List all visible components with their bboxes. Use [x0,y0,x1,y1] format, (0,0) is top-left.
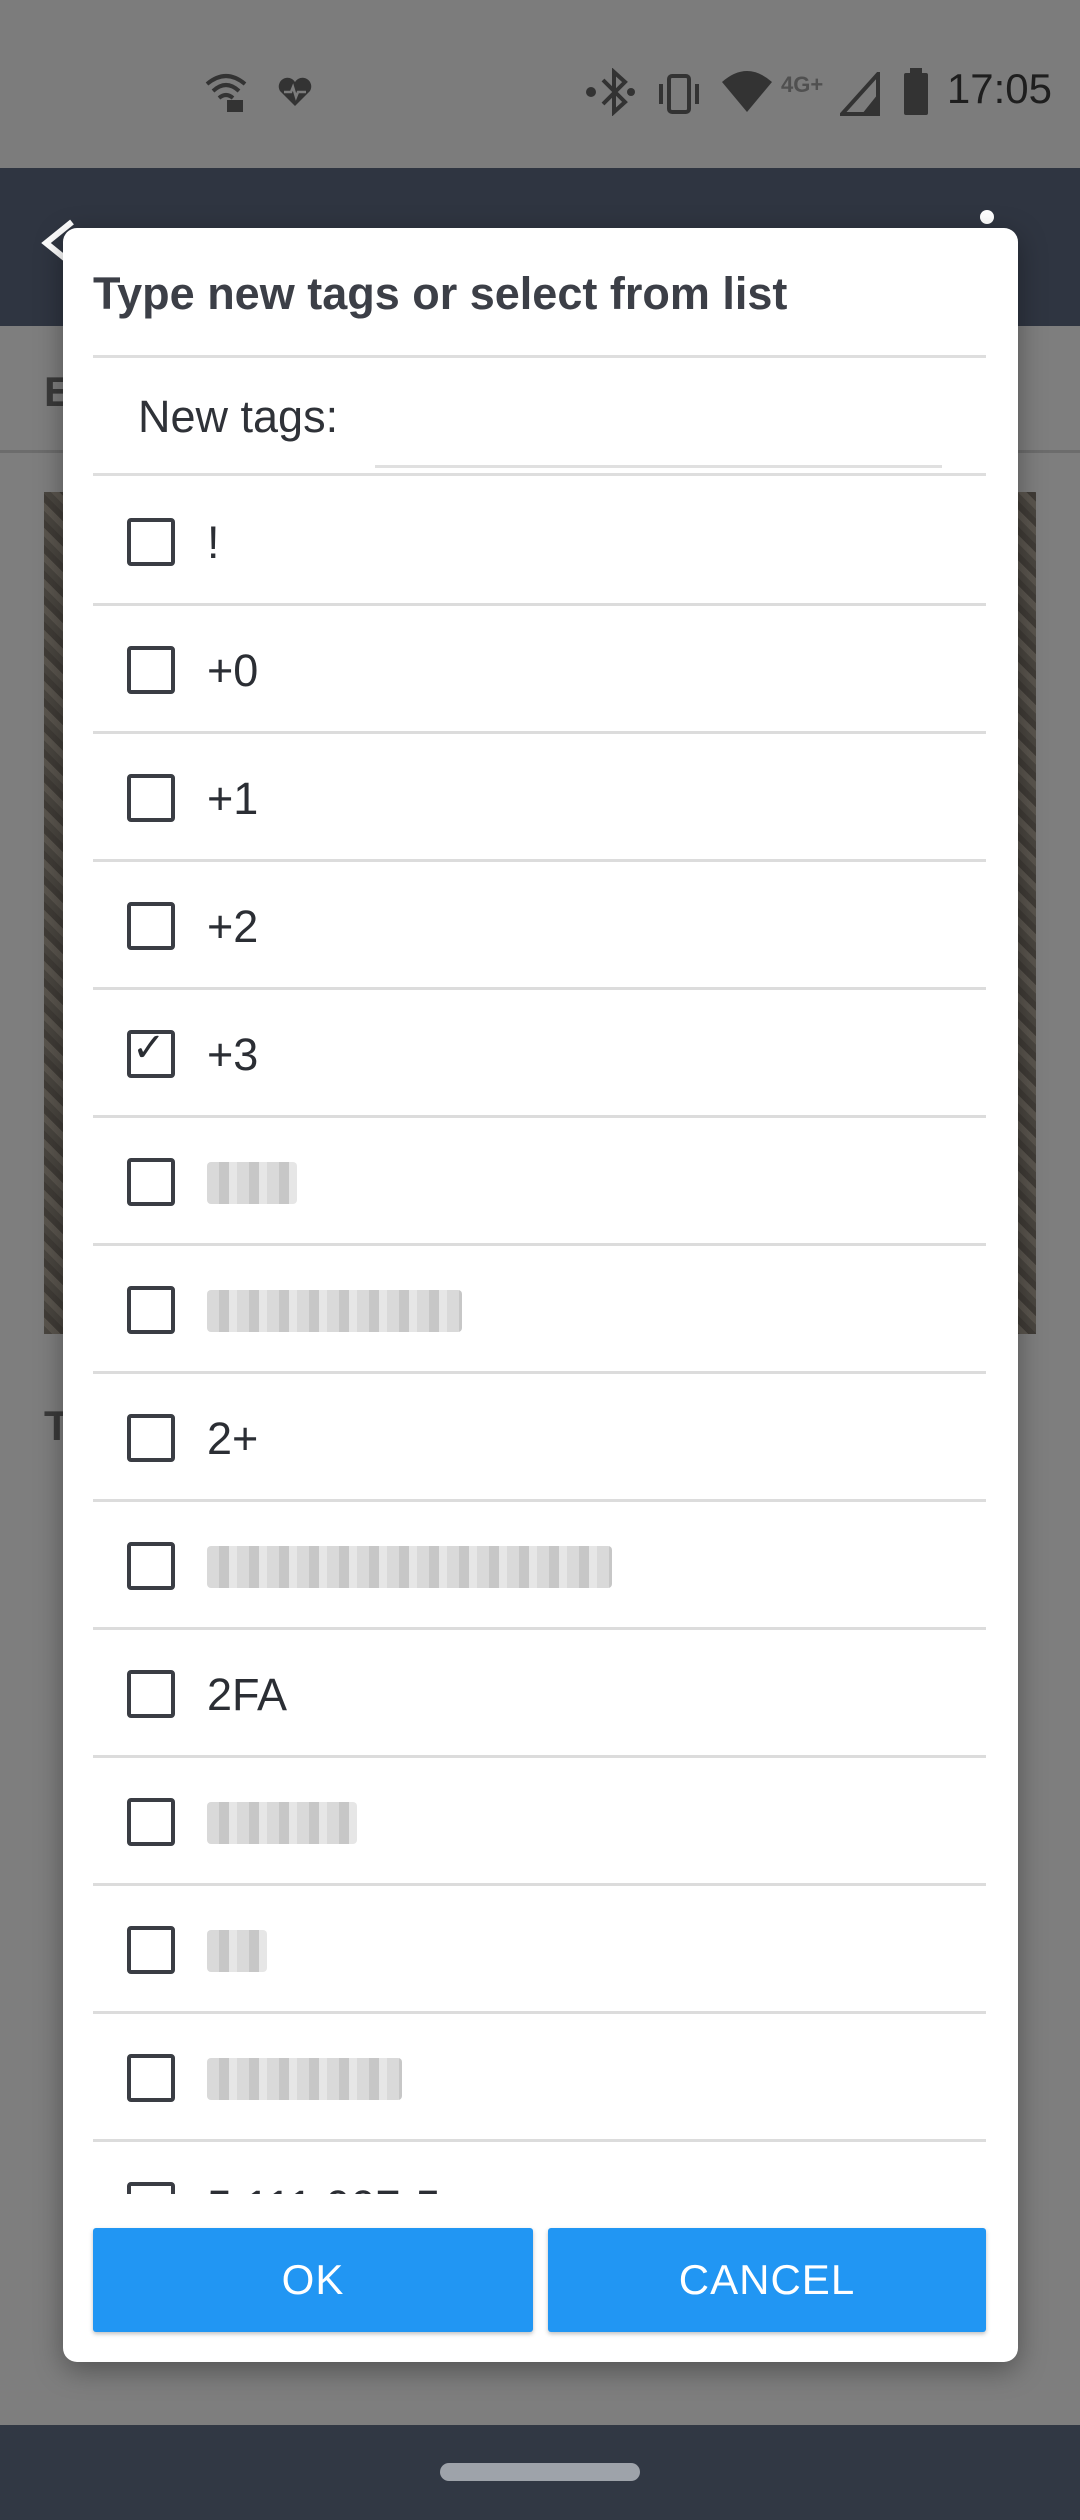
title-divider [93,355,986,358]
redacted-tag-label [207,2058,402,2100]
tag-row[interactable] [93,1246,986,1374]
tag-row[interactable]: +1 [93,734,986,862]
new-tags-input[interactable] [375,373,942,468]
tag-row[interactable] [93,1886,986,2014]
signal-icon [840,72,880,116]
tag-label: +3 [207,1029,259,1080]
input-divider [93,473,986,476]
battery-icon [904,68,928,115]
redacted-tag-label [207,1802,357,1844]
dialog-title: Type new tags or select from list [93,268,788,319]
tag-row[interactable] [93,1502,986,1630]
ok-button[interactable]: OK [93,2228,533,2332]
overflow-menu-icon[interactable] [980,210,994,224]
status-bar: 4G+ 17:05 [0,0,1080,168]
wifi-icon [722,71,772,112]
tag-label: 2+ [207,1413,259,1464]
tag-label: 2FA [207,1669,288,1720]
checkbox-unchecked[interactable] [127,902,175,950]
tag-label: +1 [207,773,259,824]
cancel-button[interactable]: CANCEL [548,2228,986,2332]
checkbox-unchecked[interactable] [127,1670,175,1718]
tag-dialog: Type new tags or select from list New ta… [63,228,1018,2362]
tag-row[interactable]: +0 [93,606,986,734]
vibrate-icon [659,74,699,114]
checkbox-unchecked[interactable] [127,774,175,822]
tag-row[interactable] [93,2014,986,2142]
bluetooth-icon [586,68,635,116]
redacted-tag-label [207,1290,462,1332]
checkbox-unchecked[interactable] [127,646,175,694]
tag-label: 5.111.007-5 [207,2182,441,2195]
checkbox-checked[interactable]: ✓ [127,1025,175,1078]
network-type-label: 4G+ [781,72,824,97]
home-gesture-handle[interactable] [440,2463,640,2481]
tag-row[interactable]: ✓ +3 [93,990,986,1118]
checkbox-unchecked[interactable] [127,1414,175,1462]
tag-row[interactable]: ! [93,478,986,606]
checkbox-unchecked[interactable] [127,1542,175,1590]
new-tags-label: New tags: [138,391,339,442]
redacted-tag-label [207,1546,612,1588]
checkbox-unchecked[interactable] [127,1926,175,1974]
tag-row[interactable]: +2 [93,862,986,990]
tag-row[interactable] [93,1118,986,1246]
checkbox-unchecked[interactable] [127,1798,175,1846]
wifi-lock-icon [205,74,247,112]
redacted-tag-label [207,1162,297,1204]
tag-list[interactable]: ! +0 +1 +2 ✓ +3 2+ 2FA 5.111.007-5 [93,478,986,2194]
health-icon [278,77,312,106]
tag-label: +2 [207,901,259,952]
redacted-tag-label [207,1930,267,1972]
tag-row[interactable] [93,1758,986,1886]
tag-row[interactable]: 5.111.007-5 [93,2142,986,2194]
status-time: 17:05 [946,65,1052,112]
checkbox-unchecked[interactable] [127,518,175,566]
tag-label: ! [207,517,220,568]
tag-label: +0 [207,645,259,696]
checkbox-unchecked[interactable] [127,2182,175,2194]
tag-row[interactable]: 2FA [93,1630,986,1758]
checkbox-unchecked[interactable] [127,2054,175,2102]
checkbox-unchecked[interactable] [127,1286,175,1334]
check-icon: ✓ [132,1025,166,1071]
checkbox-unchecked[interactable] [127,1158,175,1206]
tag-row[interactable]: 2+ [93,1374,986,1502]
